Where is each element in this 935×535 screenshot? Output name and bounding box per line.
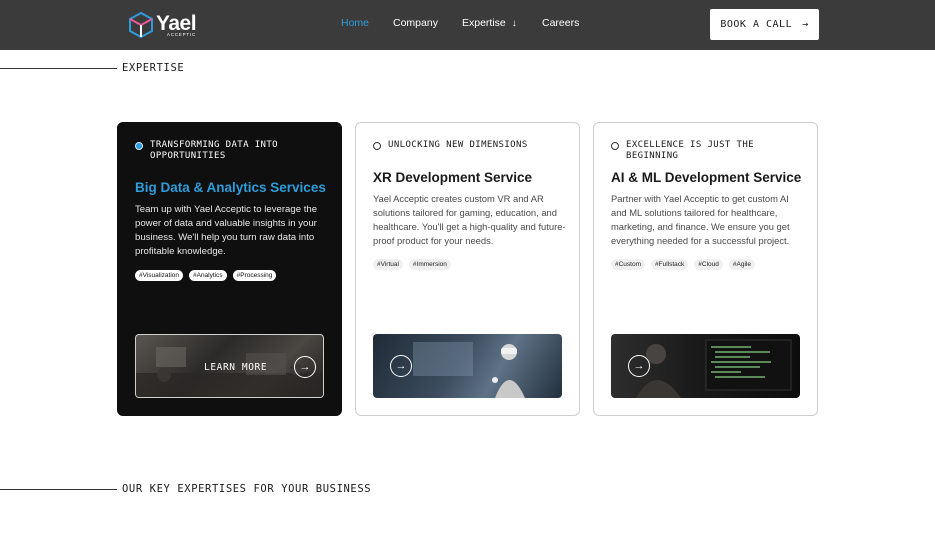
arrow-right-icon: → [390, 355, 412, 377]
nav-company[interactable]: Company [393, 17, 438, 29]
key-expertises-section-label: OUR KEY EXPERTISES FOR YOUR BUSINESS [0, 483, 371, 495]
divider [0, 488, 117, 490]
card-title: AI & ML Development Service [611, 170, 802, 185]
tag[interactable]: #Immersion [408, 259, 451, 270]
arrow-right-icon: → [628, 355, 650, 377]
page: Yael ACCEPTIC Home Company Expertise ↓ Ca… [0, 0, 935, 535]
card-ai-ml-development[interactable]: EXCELLENCE IS JUST THE BEGINNING AI & ML… [593, 122, 818, 416]
logo-subtitle: ACCEPTIC [166, 31, 197, 37]
learn-more-button[interactable]: LEARN MORE → [135, 334, 324, 398]
card-eyebrow: UNLOCKING NEW DIMENSIONS [373, 140, 565, 151]
cube-logo-icon [129, 11, 153, 39]
card-eyebrow: TRANSFORMING DATA INTO OPPORTUNITIES [135, 140, 327, 162]
card-tags: #Custom #Fullstack #Cloud #Agile [611, 259, 755, 270]
learn-more-label: LEARN MORE [204, 362, 268, 373]
tag[interactable]: #Custom [611, 259, 646, 270]
arrow-down-icon: ↓ [511, 18, 517, 29]
nav-home[interactable]: Home [341, 17, 369, 29]
book-a-call-label: BOOK A CALL [720, 19, 793, 30]
card-tags: #Virtual #Immersion [373, 259, 451, 270]
card-eyebrow-text: EXCELLENCE IS JUST THE BEGINNING [626, 140, 755, 161]
card-description: Yael Acceptic creates custom VR and AR s… [373, 193, 566, 246]
card-eyebrow-text: UNLOCKING NEW DIMENSIONS [388, 140, 528, 150]
nav-careers[interactable]: Careers [542, 17, 579, 29]
section-title: OUR KEY EXPERTISES FOR YOUR BUSINESS [122, 483, 372, 495]
tag[interactable]: #Fullstack [651, 259, 689, 270]
arrow-right-icon: → [802, 19, 809, 30]
logo-name: Yael [156, 11, 197, 35]
card-description: Team up with Yael Acceptic to leverage t… [135, 204, 318, 257]
tag[interactable]: #Processing [232, 270, 277, 281]
section-title: EXPERTISE [122, 62, 185, 74]
book-a-call-button[interactable]: BOOK A CALL → [710, 9, 819, 40]
dot-icon [373, 142, 381, 150]
xr-media-link[interactable]: → [373, 334, 562, 398]
nav-expertise[interactable]: Expertise ↓ [462, 17, 517, 29]
site-header: Yael ACCEPTIC Home Company Expertise ↓ Ca… [0, 0, 935, 50]
card-eyebrow-text: TRANSFORMING DATA INTO OPPORTUNITIES [150, 140, 279, 161]
tag[interactable]: #Agile [728, 259, 755, 270]
logo[interactable]: Yael ACCEPTIC [128, 11, 197, 39]
card-description: Partner with Yael Acceptic to get custom… [611, 193, 790, 246]
dot-icon [135, 142, 143, 150]
tag[interactable]: #Visualization [135, 270, 183, 281]
tag[interactable]: #Virtual [373, 259, 403, 270]
divider [0, 67, 117, 69]
dot-icon [611, 142, 619, 150]
card-xr-development[interactable]: UNLOCKING NEW DIMENSIONS XR Development … [355, 122, 580, 416]
expertise-section-label: EXPERTISE [0, 62, 184, 74]
tag[interactable]: #Analytics [189, 270, 227, 281]
card-title: Big Data & Analytics Services [135, 180, 326, 195]
ai-ml-media-link[interactable]: → [611, 334, 800, 398]
nav-expertise-label: Expertise [462, 17, 506, 29]
arrow-right-icon: → [294, 356, 316, 378]
card-tags: #Visualization #Analytics #Processing [135, 270, 277, 281]
card-title: XR Development Service [373, 170, 533, 185]
card-eyebrow: EXCELLENCE IS JUST THE BEGINNING [611, 140, 803, 162]
tag[interactable]: #Cloud [694, 259, 723, 270]
card-big-data[interactable]: TRANSFORMING DATA INTO OPPORTUNITIES Big… [117, 122, 342, 416]
